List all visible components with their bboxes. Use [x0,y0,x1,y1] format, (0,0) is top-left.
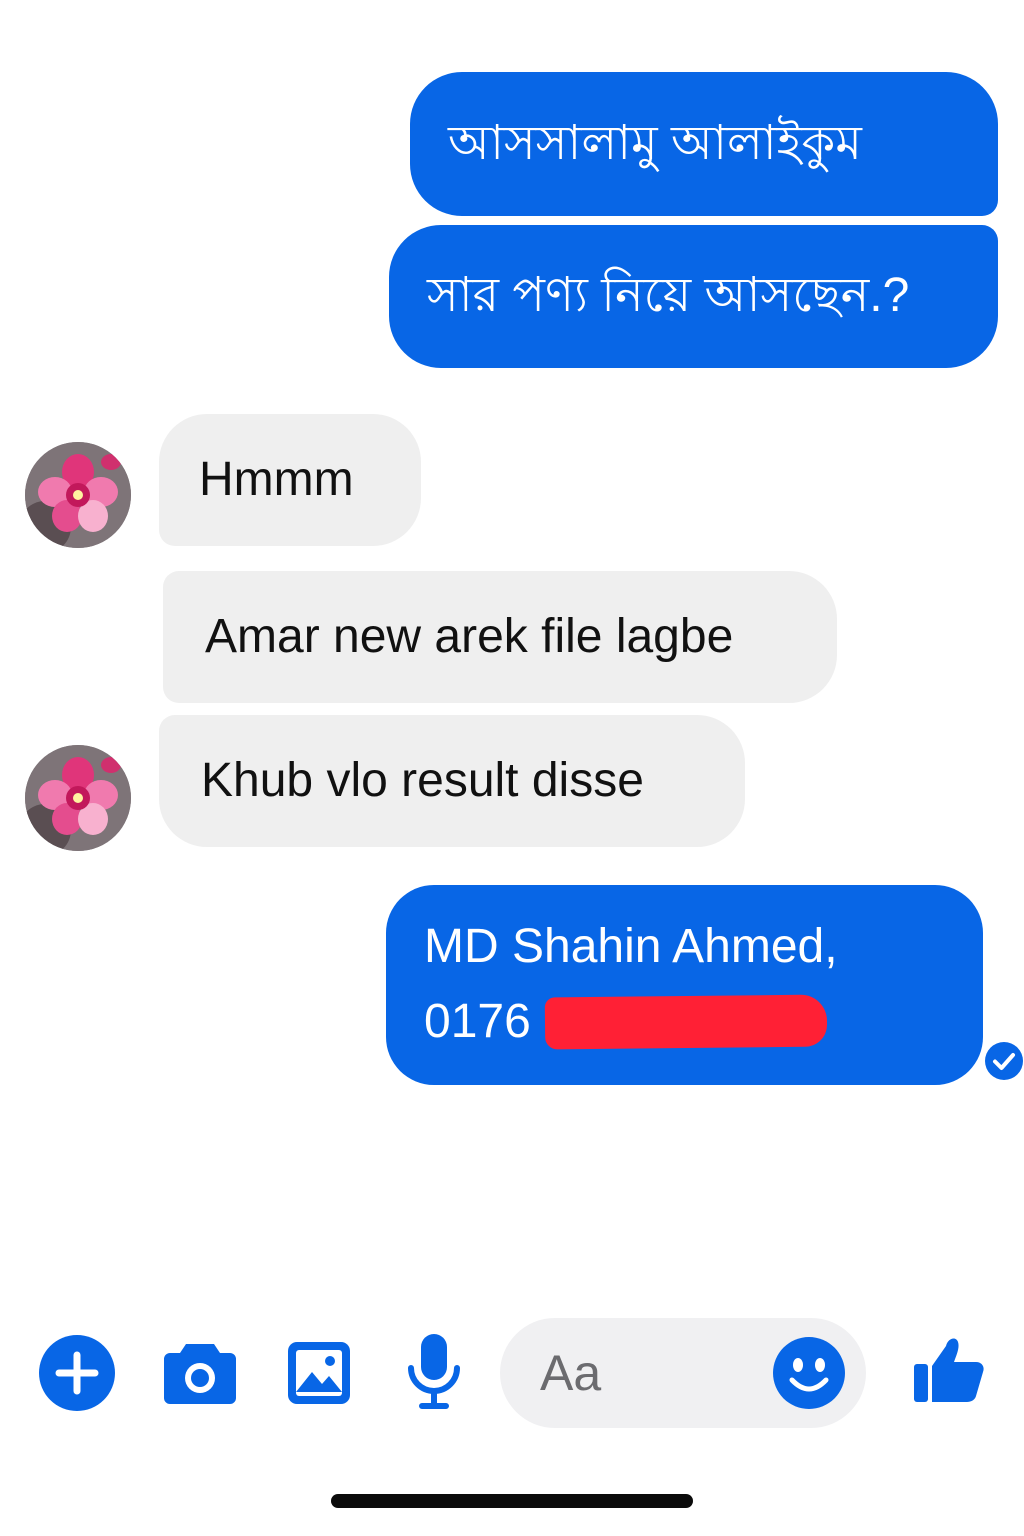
add-button[interactable] [38,1334,116,1412]
contact-avatar[interactable] [25,745,131,851]
phone-number-visible-digits: 0176 [424,995,531,1048]
thumbs-up-icon [914,1338,984,1402]
plus-icon [39,1335,115,1411]
incoming-message-bubble[interactable]: Khub vlo result disse [159,715,745,847]
redaction-mark [544,994,828,1050]
phone-number-line: 0176 [424,994,828,1050]
flower-avatar-image [25,442,131,548]
outgoing-message-bubble[interactable]: আসসালামু আলাইকুম [410,72,998,216]
camera-icon [164,1344,236,1404]
microphone-icon [408,1334,460,1409]
flower-avatar-image [25,745,131,851]
emoji-icon [773,1337,845,1409]
incoming-message-bubble[interactable]: Amar new arek file lagbe [163,571,837,703]
home-indicator [331,1494,693,1508]
message-text: সার পণ্য নিয়ে আসছেন.? [427,269,910,323]
gallery-button[interactable] [286,1340,352,1406]
message-text: Khub vlo result disse [201,753,644,807]
outgoing-message-bubble[interactable]: সার পণ্য নিয়ে আসছেন.? [389,225,998,368]
voice-message-button[interactable] [404,1332,464,1412]
message-input-placeholder: Aa [540,1345,602,1401]
like-button[interactable] [912,1332,986,1406]
message-text: Hmmm [199,452,354,506]
check-circle-icon [985,1042,1023,1080]
outgoing-message-bubble[interactable]: MD Shahin Ahmed, 0176 [386,885,983,1085]
message-status-icon [984,1041,1024,1081]
message-input[interactable]: Aa [500,1318,866,1428]
emoji-button[interactable] [772,1336,846,1410]
contact-avatar[interactable] [25,442,131,548]
message-text: আসসালামু আলাইকুম [448,116,862,170]
incoming-message-bubble[interactable]: Hmmm [159,414,421,546]
camera-button[interactable] [162,1338,238,1408]
message-text: Amar new arek file lagbe [205,609,734,663]
image-icon [288,1342,350,1404]
message-text: MD Shahin Ahmed, [424,920,838,974]
